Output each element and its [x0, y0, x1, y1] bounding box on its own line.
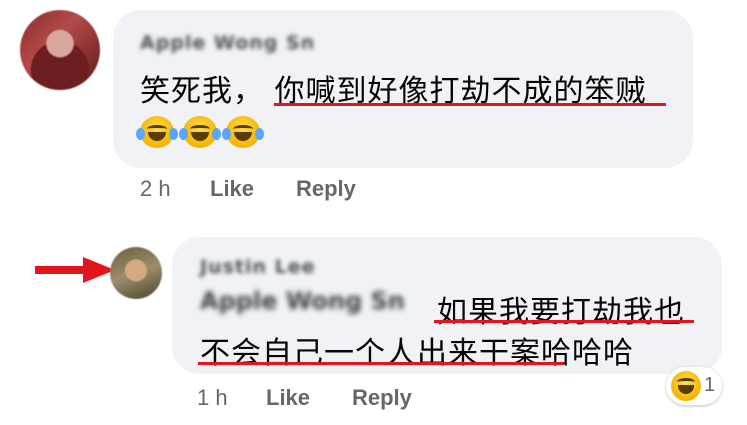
comment-text-line-1: 如果我要打劫我也 — [437, 295, 685, 330]
comment-author-name[interactable]: Justin Lee — [200, 256, 316, 278]
reaction-badge[interactable]: 1 — [666, 367, 722, 405]
laughing-squint-emoji-icon — [671, 371, 701, 401]
laughing-crying-emoji-icon — [136, 116, 178, 148]
comment-timestamp[interactable]: 2 h — [140, 176, 171, 202]
red-underline-annotation — [274, 103, 666, 106]
like-button[interactable]: Like — [210, 176, 254, 202]
reply-button[interactable]: Reply — [352, 385, 412, 411]
laughing-crying-emoji-icon — [222, 116, 264, 148]
like-button[interactable]: Like — [266, 385, 310, 411]
comment-timestamp[interactable]: 1 h — [197, 385, 228, 411]
laughing-crying-emoji-icon — [179, 116, 221, 148]
mentioned-user-tag[interactable]: Apple Wong Sn — [200, 287, 405, 315]
red-underline-annotation — [198, 362, 564, 365]
reply-button[interactable]: Reply — [296, 176, 356, 202]
avatar[interactable] — [20, 10, 100, 90]
avatar[interactable] — [110, 247, 162, 299]
comment-author-name[interactable]: Apple Wong Sn — [140, 32, 315, 54]
red-underline-annotation — [434, 320, 694, 323]
comment-text-line-2: 不会自己一个人出来干案哈哈哈 — [200, 336, 634, 371]
reaction-count: 1 — [704, 374, 716, 396]
red-arrow-annotation — [35, 257, 115, 283]
